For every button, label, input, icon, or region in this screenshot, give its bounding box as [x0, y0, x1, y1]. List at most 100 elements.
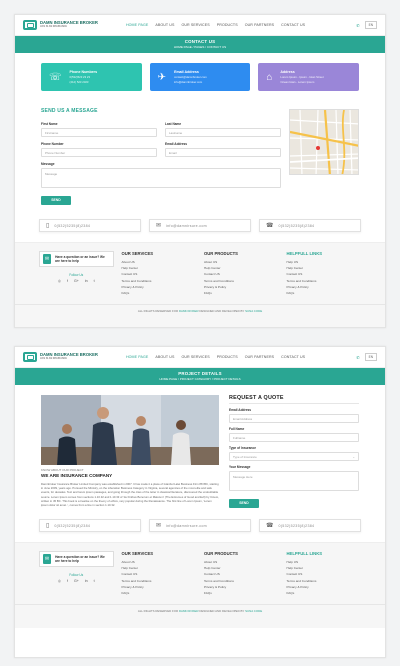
project-description: Damnbroker Insurance Broker Limited Comp…	[41, 482, 219, 508]
send-button[interactable]: SEND	[41, 195, 71, 205]
logo-text: DAMN INSURANCE BROKER LIFE IS AN INSURANC…	[40, 21, 98, 29]
nav-products[interactable]: PRODUCTS	[217, 355, 238, 359]
linkedin-icon[interactable]: in	[85, 579, 88, 583]
logo[interactable]: DAMN INSURANCE BROKER LIFE IS AN INSURANC…	[23, 352, 98, 362]
footer-link[interactable]: FAQs	[122, 590, 197, 596]
full-name-label: Full Name	[229, 427, 245, 431]
strip-email: ✉ info@damnirsure.com	[149, 219, 251, 232]
strip-fax-text: 0(532)5235(8)2384	[278, 523, 315, 528]
quote-form: REQUEST A QUOTE Email Address Email Addr…	[229, 395, 359, 509]
instagram-icon[interactable]: ◎	[58, 579, 61, 583]
services-title: OUR SERVICES	[121, 551, 154, 556]
google-plus-icon[interactable]: G+	[74, 579, 79, 583]
nav-contact[interactable]: CONTACT US	[281, 23, 305, 27]
fax-icon: ☎	[266, 523, 274, 529]
strip-fax-text: 0(532)5235(8)2384	[278, 223, 315, 228]
card-line: 0(532)523 23 23	[69, 75, 91, 79]
links-title: HELPFULL LINKS	[286, 251, 323, 256]
email-card: ✈ Email Address contact@damnbroker.com i…	[149, 63, 251, 91]
instagram-icon[interactable]: ◎	[58, 279, 61, 283]
insurance-type-value: Type of Insurance	[233, 454, 257, 459]
footer-link[interactable]: FAQs	[204, 290, 279, 296]
email-label: Email Address	[165, 142, 188, 146]
page-title: PROJECT DETAILS	[178, 371, 222, 376]
email-input[interactable]: Email Address	[229, 414, 359, 423]
logo[interactable]: DAMN INSURANCE BROKER LIFE IS AN INSURANC…	[23, 20, 98, 30]
project-page-screenshot: DAMN INSURANCE BROKER LIFE IS AN INSURANC…	[14, 346, 386, 658]
location-map[interactable]	[289, 109, 359, 175]
google-plus-icon[interactable]: G+	[74, 279, 79, 283]
nav-home[interactable]: HOME PAGE	[126, 23, 148, 27]
language-selector[interactable]: EN	[364, 353, 377, 361]
strip-fax: ☎ 0(532)5235(8)2384	[259, 219, 361, 232]
twitter-icon[interactable]: t	[94, 279, 95, 283]
linkedin-icon[interactable]: in	[85, 279, 88, 283]
nav-home[interactable]: HOME PAGE	[126, 355, 148, 359]
email-input[interactable]: Email	[165, 148, 281, 157]
copy-prefix: ALL RIGHTS RESERVED FOR	[137, 309, 179, 314]
phone-icon[interactable]: ✆	[356, 23, 359, 28]
chat-icon: ✉	[43, 254, 52, 264]
help-text: Have a question or an issue? We are here…	[55, 254, 105, 263]
nav-services[interactable]: OUR SERVICES	[181, 355, 209, 359]
footer-link[interactable]: FAQs	[204, 590, 279, 596]
chat-icon: ✉	[43, 554, 52, 564]
phone-icon[interactable]: ✆	[356, 355, 359, 360]
copy-brand[interactable]: DAMN ROKER	[179, 609, 199, 613]
first-name-input[interactable]: Firstname	[41, 128, 157, 137]
mobile-icon: ▯	[46, 523, 50, 529]
card-title: Address	[280, 70, 295, 74]
main-nav: HOME PAGE ABOUT US OUR SERVICES PRODUCTS…	[126, 355, 305, 359]
copy-dev[interactable]: SUNA CODE	[245, 609, 262, 613]
message-textarea[interactable]: Message Here	[229, 471, 359, 491]
logo-mark-icon	[23, 20, 37, 30]
language-selector[interactable]: EN	[364, 21, 377, 29]
card-title: Email Address	[174, 70, 199, 74]
email-label: Email Address	[229, 408, 252, 412]
facebook-icon[interactable]: f	[67, 279, 68, 283]
card-line: contact@damnbroker.com	[174, 75, 207, 79]
contact-strip: ▯ 0(532)5235(8)2384 ✉ info@damnirsure.com …	[15, 219, 385, 232]
fax-icon: ☎	[266, 223, 274, 229]
strip-fax: ☎ 0(532)5235(8)2384	[259, 519, 361, 532]
facebook-icon[interactable]: f	[67, 579, 68, 583]
nav-about[interactable]: ABOUT US	[155, 23, 174, 27]
phone-label: Phone Number	[41, 142, 64, 146]
copy-prefix: ALL RIGHTS RESERVED FOR	[137, 609, 179, 614]
page-title: CONTACT US	[184, 39, 216, 44]
phone-icon: ☏	[49, 71, 62, 83]
footer-link[interactable]: FAQs	[287, 290, 362, 296]
address-card: ⌂ Address Lorem Ipsum - Ipsum - Istan St…	[258, 63, 360, 91]
contact-form: SEND US A MESSAGE First Name Firstname L…	[41, 99, 281, 206]
nav-partners[interactable]: OUR PARTNERS	[245, 355, 274, 359]
quote-send-button[interactable]: SEND	[229, 498, 259, 508]
last-name-input[interactable]: Lastname	[165, 128, 281, 137]
message-textarea[interactable]: Message	[41, 168, 281, 188]
footer-link[interactable]: FAQs	[287, 590, 362, 596]
phone-input[interactable]: Phone Number	[41, 148, 157, 157]
full-name-input[interactable]: Fullname	[229, 433, 359, 442]
strip-phone: ▯ 0(532)5235(8)2384	[39, 519, 141, 532]
links-title: HELPFULL LINKS	[286, 551, 323, 556]
envelope-icon: ✉	[156, 223, 162, 229]
insurance-type-select[interactable]: Type of Insurance ⌄	[229, 452, 359, 461]
copy-brand[interactable]: DAMN ROKER	[179, 309, 199, 313]
nav-partners[interactable]: OUR PARTNERS	[245, 23, 274, 27]
twitter-icon[interactable]: t	[94, 579, 95, 583]
breadcrumb: HOME PAGE / PROJECT CATEGORY / PROJECT D…	[159, 377, 241, 381]
form-title: SEND US A MESSAGE	[41, 108, 98, 114]
copy-dev[interactable]: SUNA CODE	[245, 309, 262, 313]
help-box[interactable]: ✉ Have a question or an issue? We are he…	[39, 551, 114, 567]
page-banner: CONTACT US HOME PAGE / PAGES / CONTACT U…	[15, 36, 385, 53]
quote-title: REQUEST A QUOTE	[229, 395, 284, 401]
footer-link[interactable]: FAQs	[122, 290, 197, 296]
nav-services[interactable]: OUR SERVICES	[181, 23, 209, 27]
nav-contact[interactable]: CONTACT US	[281, 355, 305, 359]
first-name-label: First Name	[41, 122, 58, 126]
nav-products[interactable]: PRODUCTS	[217, 23, 238, 27]
strip-phone: ▯ 0(532)5235(8)2384	[39, 219, 141, 232]
nav-about[interactable]: ABOUT US	[155, 355, 174, 359]
help-box[interactable]: ✉ Have a question or an issue? We are he…	[39, 251, 114, 267]
site-footer: ✉ Have a question or an issue? We are he…	[15, 542, 385, 628]
products-title: OUR PRODUCTS	[204, 251, 238, 256]
